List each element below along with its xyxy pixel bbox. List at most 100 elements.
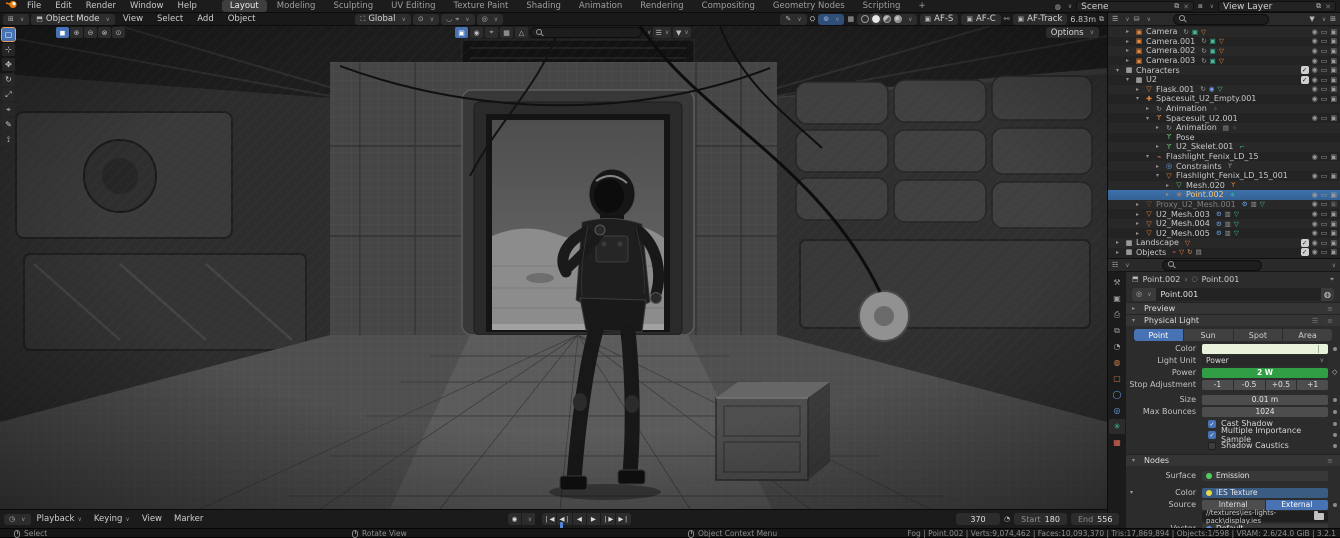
disable-viewport-icon[interactable]: ▭ <box>1321 153 1328 161</box>
collection-checkbox[interactable]: ✓ <box>1300 66 1309 75</box>
hide-viewport-icon[interactable]: ◉ <box>1312 95 1318 103</box>
stop-plus-1-button[interactable]: +1 <box>1297 379 1328 390</box>
tool-tab-icon[interactable]: ⚒ <box>1109 275 1125 290</box>
outliner-row[interactable]: ▸ ▣ Camera ↻ ▣ ▽ ◉ ▭ ▣ <box>1108 27 1340 37</box>
viewport-canvas[interactable] <box>0 26 1107 509</box>
fake-user-icon[interactable]: ◍ <box>1321 287 1334 301</box>
menu-object[interactable]: Object <box>222 14 262 24</box>
outliner-row[interactable]: ▸ ▽ Mesh.020 ϒ <box>1108 181 1340 191</box>
jump-to-end-button[interactable]: ▶❘ <box>616 513 631 525</box>
menu-file[interactable]: File <box>20 1 48 11</box>
menu-keying[interactable]: Keying ∨ <box>88 514 136 524</box>
outliner-filter-icon[interactable]: ▼ <box>1309 15 1314 23</box>
light-type-point[interactable]: Point <box>1134 329 1183 341</box>
hide-viewport-toggle-icon[interactable]: ◉ <box>470 27 483 38</box>
expand-icon[interactable]: ▸ <box>1156 143 1164 150</box>
animate-dot-icon[interactable] <box>1333 397 1337 402</box>
disable-viewport-icon[interactable]: ▭ <box>1321 200 1328 208</box>
view-layer-tab-icon[interactable]: ⧉ <box>1109 323 1125 338</box>
disable-render-icon[interactable]: ▣ <box>1330 153 1337 161</box>
disable-render-icon[interactable]: ▣ <box>1330 239 1337 247</box>
new-scene-icon[interactable]: ⧉ <box>1174 2 1179 11</box>
filter-search-input[interactable] <box>530 27 642 38</box>
render-region-icon[interactable]: ⧉ <box>1099 15 1104 24</box>
af-distance-value[interactable]: 6.83m <box>1070 15 1096 24</box>
hide-viewport-icon[interactable]: ◉ <box>1312 66 1318 74</box>
select-box-tool[interactable]: ▢ <box>1 27 16 42</box>
hide-viewport-icon[interactable]: ◉ <box>1312 200 1318 208</box>
af-track-button[interactable]: ▣ AF-Track <box>1012 13 1068 25</box>
light-type-area[interactable]: Area <box>1283 329 1332 341</box>
disable-viewport-icon[interactable]: ▭ <box>1321 172 1328 180</box>
options-dropdown[interactable]: Options ∨ <box>1045 27 1099 38</box>
rotate-tool[interactable]: ↻ <box>2 73 15 86</box>
tab-layout[interactable]: Layout <box>221 0 267 12</box>
disable-render-icon[interactable]: ▣ <box>1330 47 1337 55</box>
panel-nodes[interactable]: ▾ Nodes ≡ <box>1126 454 1340 466</box>
texture-tab-icon[interactable]: ▦ <box>1109 435 1125 450</box>
collection-checkbox[interactable]: ✓ <box>1300 75 1309 84</box>
annotate-tool[interactable]: ✎ <box>2 118 15 131</box>
outliner-row[interactable]: ▸ ◎ Constraints ϒ <box>1108 161 1340 171</box>
frame-end-field[interactable]: End 556 <box>1070 513 1120 525</box>
select-set-mode[interactable]: ◼ <box>56 27 69 38</box>
physics-tab-icon[interactable]: ◯ <box>1109 387 1125 402</box>
render-toggle-icon[interactable]: △ <box>515 27 528 38</box>
constraints-tab-icon[interactable]: ◎ <box>1109 403 1125 418</box>
expand-icon[interactable]: ▸ <box>1136 230 1144 237</box>
xray-toggle-icon[interactable]: ▦ <box>847 15 854 23</box>
outliner-row[interactable]: ▸ ▽ U2_Mesh.003 ⚙ ▥ ▽ ◉ ▭ ▣ <box>1108 209 1340 219</box>
mode-selector[interactable]: ⬒ Object Mode ∨ <box>31 13 115 25</box>
disable-viewport-icon[interactable]: ▭ <box>1321 191 1328 199</box>
new-collection-icon[interactable]: ⊞ <box>1330 15 1336 23</box>
disable-render-icon[interactable]: ▣ <box>1330 220 1337 228</box>
collapse-icon[interactable]: ▾ <box>1156 172 1164 179</box>
remove-view-layer-icon[interactable]: ✕ <box>1325 3 1331 11</box>
panel-preview[interactable]: ▸ Preview ≡ <box>1126 302 1340 314</box>
solid-shading-icon[interactable] <box>870 13 883 25</box>
view-layer-selector[interactable]: View Layer ⧉ ✕ <box>1218 1 1336 12</box>
gizmo-toggle-icon[interactable]: ⛭ <box>810 15 816 24</box>
hide-viewport-icon[interactable]: ◉ <box>1312 191 1318 199</box>
light-type-spot[interactable]: Spot <box>1233 329 1283 341</box>
outliner-row[interactable]: ϒ Pose <box>1108 133 1340 143</box>
shadow-caustics-checkbox[interactable] <box>1208 441 1216 450</box>
menu-help[interactable]: Help <box>170 1 203 11</box>
select-subtract-mode[interactable]: ⊖ <box>84 27 97 38</box>
outliner-row[interactable]: ▸ ▽ U2_Mesh.005 ⚙ ▥ ▽ ◉ ▭ ▣ <box>1108 228 1340 238</box>
hide-viewport-icon[interactable]: ◉ <box>1312 172 1318 180</box>
menu-view-timeline[interactable]: View <box>136 514 168 524</box>
render-tab-icon[interactable]: ▣ <box>1109 291 1125 306</box>
outliner-row[interactable]: ▸ ▦ Objects ⌁ ▽ ↻ ▤ ✓ ◉ ▭ ▣ <box>1108 248 1340 258</box>
breadcrumb-object[interactable]: Point.002 <box>1143 275 1181 284</box>
menu-marker[interactable]: Marker <box>168 514 209 524</box>
chevron-down-icon[interactable]: ∨ <box>1332 262 1336 269</box>
expand-icon[interactable]: ▸ <box>1166 182 1174 189</box>
move-tool[interactable]: ✥ <box>2 58 15 71</box>
disable-render-icon[interactable]: ▣ <box>1330 57 1337 65</box>
blender-logo[interactable] <box>5 0 18 12</box>
disable-render-icon[interactable]: ▣ <box>1330 95 1337 103</box>
menu-edit[interactable]: Edit <box>48 1 78 11</box>
display-mode-dropdown[interactable]: ☰ ∨ <box>653 27 672 38</box>
disable-viewport-icon[interactable]: ▭ <box>1321 57 1328 65</box>
disable-render-icon[interactable]: ▣ <box>1330 85 1337 93</box>
wireframe-shading-icon[interactable] <box>861 15 870 23</box>
hide-viewport-icon[interactable]: ◉ <box>1312 28 1318 36</box>
disable-render-icon[interactable]: ▣ <box>1330 191 1337 199</box>
tab-modeling[interactable]: Modeling <box>269 0 324 12</box>
outliner-row[interactable]: ▸ ↻ Animation ▤ ⁘ <box>1108 123 1340 133</box>
hide-viewport-icon[interactable]: ◉ <box>1312 47 1318 55</box>
select-extend-mode[interactable]: ⊕ <box>70 27 83 38</box>
disable-viewport-icon[interactable]: ▭ <box>1321 47 1328 55</box>
disable-viewport-icon[interactable]: ▭ <box>1321 229 1328 237</box>
hide-viewport-icon[interactable]: ◉ <box>1312 57 1318 65</box>
disable-render-icon[interactable]: ▣ <box>1330 248 1337 256</box>
new-view-layer-icon[interactable]: ⧉ <box>1316 2 1321 11</box>
select-intersect-mode[interactable]: ⊙ <box>112 27 125 38</box>
outliner-row[interactable]: ▾ ϒ Spacesuit_U2.001 ◉ ▭ ▣ <box>1108 113 1340 123</box>
scale-tool[interactable]: ⤢ <box>2 88 15 101</box>
animate-dot-icon[interactable] <box>1333 409 1337 414</box>
disable-viewport-icon[interactable]: ▭ <box>1321 220 1328 228</box>
hide-viewport-icon[interactable]: ◉ <box>1312 114 1318 122</box>
